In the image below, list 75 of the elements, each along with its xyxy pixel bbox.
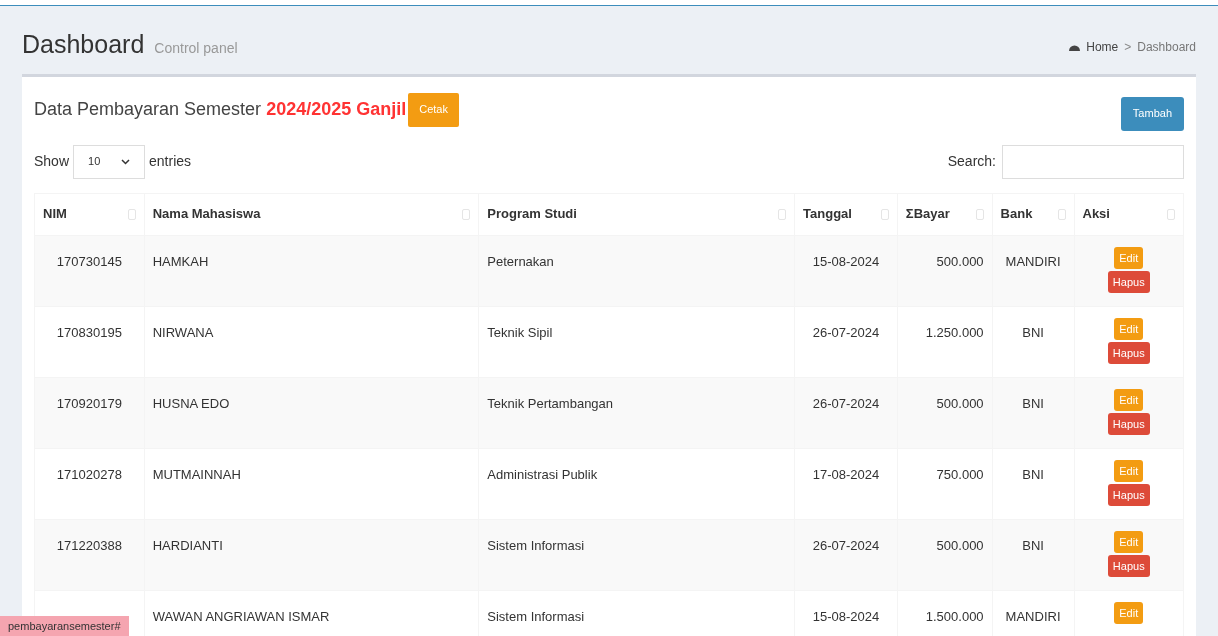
table-cell: 500.000 (936, 253, 984, 269)
table-cell: Sistem Informasi (487, 537, 585, 553)
edit-button[interactable]: Edit (1114, 459, 1144, 482)
edit-button[interactable]: Edit (1114, 530, 1144, 553)
table-cell: 500.000 (936, 537, 984, 553)
table-cell: MUTMAINNAH (152, 466, 241, 482)
table-cell: MANDIRI (1005, 253, 1061, 269)
table-cell: Peternakan (487, 253, 554, 269)
show-label: Show (34, 152, 70, 171)
delete-button[interactable]: Hapus (1107, 554, 1150, 577)
breadcrumb-link[interactable]: Dashboard (1137, 37, 1196, 56)
sort-icon (1057, 208, 1066, 220)
breadcrumb-link[interactable]: Home (1068, 37, 1119, 56)
table-cell: 15-08-2024 (812, 608, 880, 624)
edit-button[interactable]: Edit (1114, 246, 1144, 269)
table-cell: HUSNA EDO (152, 395, 230, 411)
table-cell: 750.000 (936, 466, 984, 482)
table-cell: 171020278 (56, 466, 122, 482)
table-cell: BNI (1022, 395, 1044, 411)
table-cell: Sistem Informasi (487, 608, 585, 624)
add-button[interactable]: Tambah (1120, 96, 1184, 131)
table-cell: Teknik Sipil (487, 324, 553, 340)
sort-icon (1167, 208, 1175, 220)
table-cell: 500.000 (936, 395, 984, 411)
table-cell: 170730145 (56, 253, 122, 269)
table-cell: 170830195 (56, 324, 122, 340)
column-header[interactable]: Bank (992, 193, 1074, 235)
delete-button[interactable]: Hapus (1107, 483, 1150, 506)
table-cell: 26-07-2024 (812, 395, 880, 411)
breadcrumb-separator: > (1124, 38, 1132, 56)
table-cell: BNI (1022, 324, 1044, 340)
entries-select[interactable]: 10 (73, 144, 146, 179)
delete-button[interactable]: Hapus (1107, 341, 1150, 364)
edit-button[interactable]: Edit (1114, 317, 1144, 340)
page-subtitle: Control panel (154, 39, 238, 58)
column-header[interactable]: Nama Mahasiswa (144, 193, 479, 235)
page-title: Dashboard (22, 29, 145, 60)
delete-button[interactable]: Hapus (1107, 270, 1150, 293)
column-header[interactable]: ΣBayar (897, 193, 993, 235)
table-cell: HAMKAH (152, 253, 209, 269)
status-link-tooltip: pembayaransemester# (0, 615, 129, 636)
sort-icon (127, 208, 136, 220)
column-header[interactable]: NIM (34, 193, 145, 235)
table-cell: NIRWANA (152, 324, 214, 340)
panel-title: Data Pembayaran Semester 2024/2025 Ganjil (34, 98, 407, 121)
table-cell: WAWAN ANGRIAWAN ISMAR (152, 608, 330, 624)
sort-icon (778, 208, 787, 220)
caret-icon (121, 158, 131, 165)
table-cell: 26-07-2024 (812, 537, 880, 553)
table-cell: BNI (1022, 537, 1044, 553)
table-cell: 17-08-2024 (812, 466, 880, 482)
sort-icon (880, 208, 889, 220)
table-cell: HARDIANTI (152, 537, 223, 553)
search-field[interactable] (1002, 144, 1184, 179)
table-cell: BNI (1022, 466, 1044, 482)
column-header[interactable]: Aksi (1074, 193, 1184, 235)
table-cell: Administrasi Publik (487, 466, 598, 482)
sort-icon (462, 208, 471, 220)
column-header[interactable]: Program Studi (478, 193, 795, 235)
column-header[interactable]: Tanggal (794, 193, 898, 235)
table-cell: Teknik Pertambangan (487, 395, 614, 411)
table-cell: 1.500.000 (925, 608, 984, 624)
table-cell: 15-08-2024 (812, 253, 880, 269)
table-cell: 26-07-2024 (812, 324, 880, 340)
entries-label: entries (149, 152, 192, 171)
delete-button[interactable]: Hapus (1107, 412, 1150, 435)
edit-button[interactable]: Edit (1114, 601, 1144, 624)
table-cell: MANDIRI (1005, 608, 1061, 624)
table-cell: 1.250.000 (925, 324, 984, 340)
search-label: Search: (947, 152, 996, 171)
table-cell: 170920179 (56, 395, 122, 411)
sort-icon (975, 208, 984, 220)
print-button[interactable]: Cetak (408, 92, 459, 127)
table-cell: 171220388 (56, 537, 122, 553)
edit-button[interactable]: Edit (1114, 388, 1144, 411)
